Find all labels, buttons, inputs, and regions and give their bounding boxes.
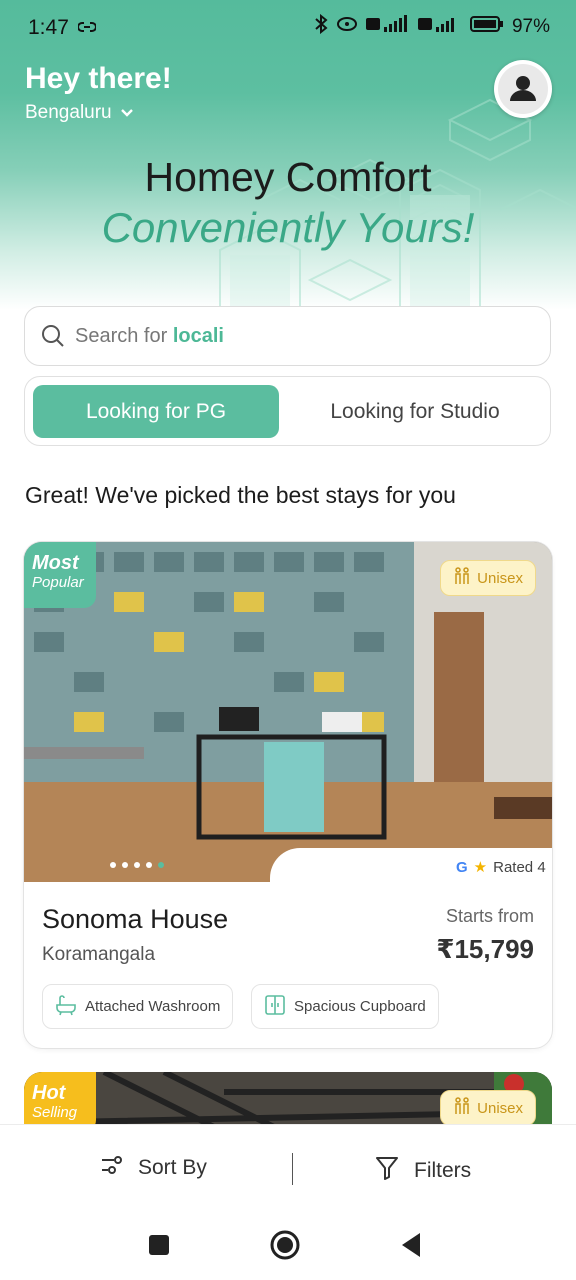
tab-looking-for-studio[interactable]: Looking for Studio bbox=[287, 385, 543, 438]
stay-type-toggle: Looking for PG Looking for Studio bbox=[24, 376, 551, 446]
sort-label: Sort By bbox=[138, 1156, 207, 1179]
status-time: 1:47 bbox=[28, 16, 69, 39]
status-bar: 1:47 97% bbox=[0, 0, 576, 56]
city-selector[interactable]: Bengaluru bbox=[25, 102, 134, 124]
amenity-label: Attached Washroom bbox=[85, 998, 221, 1015]
unisex-tag: Unisex bbox=[440, 560, 536, 596]
listing-card[interactable]: Most Popular Unisex G ★ Rated 4 Sonoma H… bbox=[24, 542, 552, 1048]
avatar[interactable] bbox=[494, 60, 552, 118]
amenity-label: Spacious Cupboard bbox=[294, 998, 426, 1015]
signal-icon-2 bbox=[417, 15, 462, 39]
battery-percent: 97% bbox=[511, 16, 550, 37]
carousel-dot-active[interactable] bbox=[158, 862, 164, 868]
listing-photo[interactable]: Most Popular Unisex G ★ Rated 4 bbox=[24, 542, 552, 882]
hot-selling-badge: Hot Selling bbox=[24, 1072, 96, 1132]
people-icon bbox=[453, 567, 471, 589]
section-title: Great! We've picked the best stays for y… bbox=[25, 482, 456, 508]
sort-icon bbox=[100, 1155, 124, 1181]
filters-button[interactable]: Filters bbox=[374, 1155, 471, 1187]
link-icon bbox=[77, 20, 97, 38]
badge-line2: Popular bbox=[32, 574, 84, 591]
bluetooth-icon bbox=[314, 13, 328, 40]
search-placeholder-highlight: locali bbox=[172, 324, 224, 347]
price-value: ₹15,799 bbox=[436, 934, 534, 964]
unisex-label: Unisex bbox=[477, 569, 523, 587]
search-placeholder: Search for locali bbox=[75, 325, 224, 348]
tab-looking-for-pg[interactable]: Looking for PG bbox=[33, 385, 279, 438]
filters-label: Filters bbox=[414, 1159, 472, 1182]
people-icon bbox=[453, 1097, 471, 1119]
home-icon[interactable] bbox=[270, 1230, 300, 1265]
filter-icon bbox=[374, 1155, 400, 1187]
badge-line1: Hot bbox=[32, 1082, 66, 1104]
rating-label: Rated 4 bbox=[493, 858, 546, 876]
amenity-chip: Attached Washroom bbox=[42, 984, 234, 1029]
bathtub-icon bbox=[55, 994, 77, 1020]
carousel-dots bbox=[110, 862, 164, 868]
carousel-dot[interactable] bbox=[146, 862, 152, 868]
search-icon bbox=[41, 324, 65, 348]
cupboard-icon bbox=[264, 994, 286, 1020]
back-icon[interactable] bbox=[400, 1232, 422, 1263]
sort-filter-bar: Sort By Filters bbox=[0, 1124, 576, 1213]
price-label: Starts from bbox=[445, 906, 534, 926]
hotspot-icon bbox=[336, 16, 358, 38]
carousel-dot[interactable] bbox=[134, 862, 140, 868]
divider bbox=[292, 1153, 293, 1185]
property-location: Koramangala bbox=[42, 944, 156, 965]
recents-icon[interactable] bbox=[148, 1234, 170, 1261]
property-name: Sonoma House bbox=[42, 904, 229, 934]
google-icon: G bbox=[456, 858, 468, 876]
amenity-chip: Spacious Cupboard bbox=[251, 984, 439, 1029]
google-rating: G ★ Rated 4 bbox=[456, 858, 546, 877]
hero-subtitle: Conveniently Yours! bbox=[101, 204, 475, 251]
badge-line1: Most bbox=[32, 552, 79, 574]
most-popular-badge: Most Popular bbox=[24, 542, 96, 608]
chevron-down-icon bbox=[120, 102, 134, 124]
badge-line2: Selling bbox=[32, 1104, 78, 1121]
search-input[interactable]: Search for locali bbox=[24, 306, 551, 366]
sort-button[interactable]: Sort By bbox=[100, 1155, 207, 1181]
hero-title: Homey Comfort bbox=[144, 154, 432, 200]
battery-icon bbox=[469, 15, 504, 39]
star-icon: ★ bbox=[473, 859, 488, 876]
greeting: Hey there! bbox=[25, 62, 172, 95]
unisex-tag: Unisex bbox=[440, 1090, 536, 1126]
unisex-label: Unisex bbox=[477, 1099, 523, 1117]
system-nav-bar bbox=[0, 1212, 576, 1280]
search-placeholder-prefix: Search for bbox=[75, 324, 168, 347]
user-icon bbox=[498, 64, 548, 114]
carousel-dot[interactable] bbox=[110, 862, 116, 868]
signal-icon bbox=[365, 15, 410, 39]
city-label: Bengaluru bbox=[25, 102, 112, 123]
carousel-dot[interactable] bbox=[122, 862, 128, 868]
